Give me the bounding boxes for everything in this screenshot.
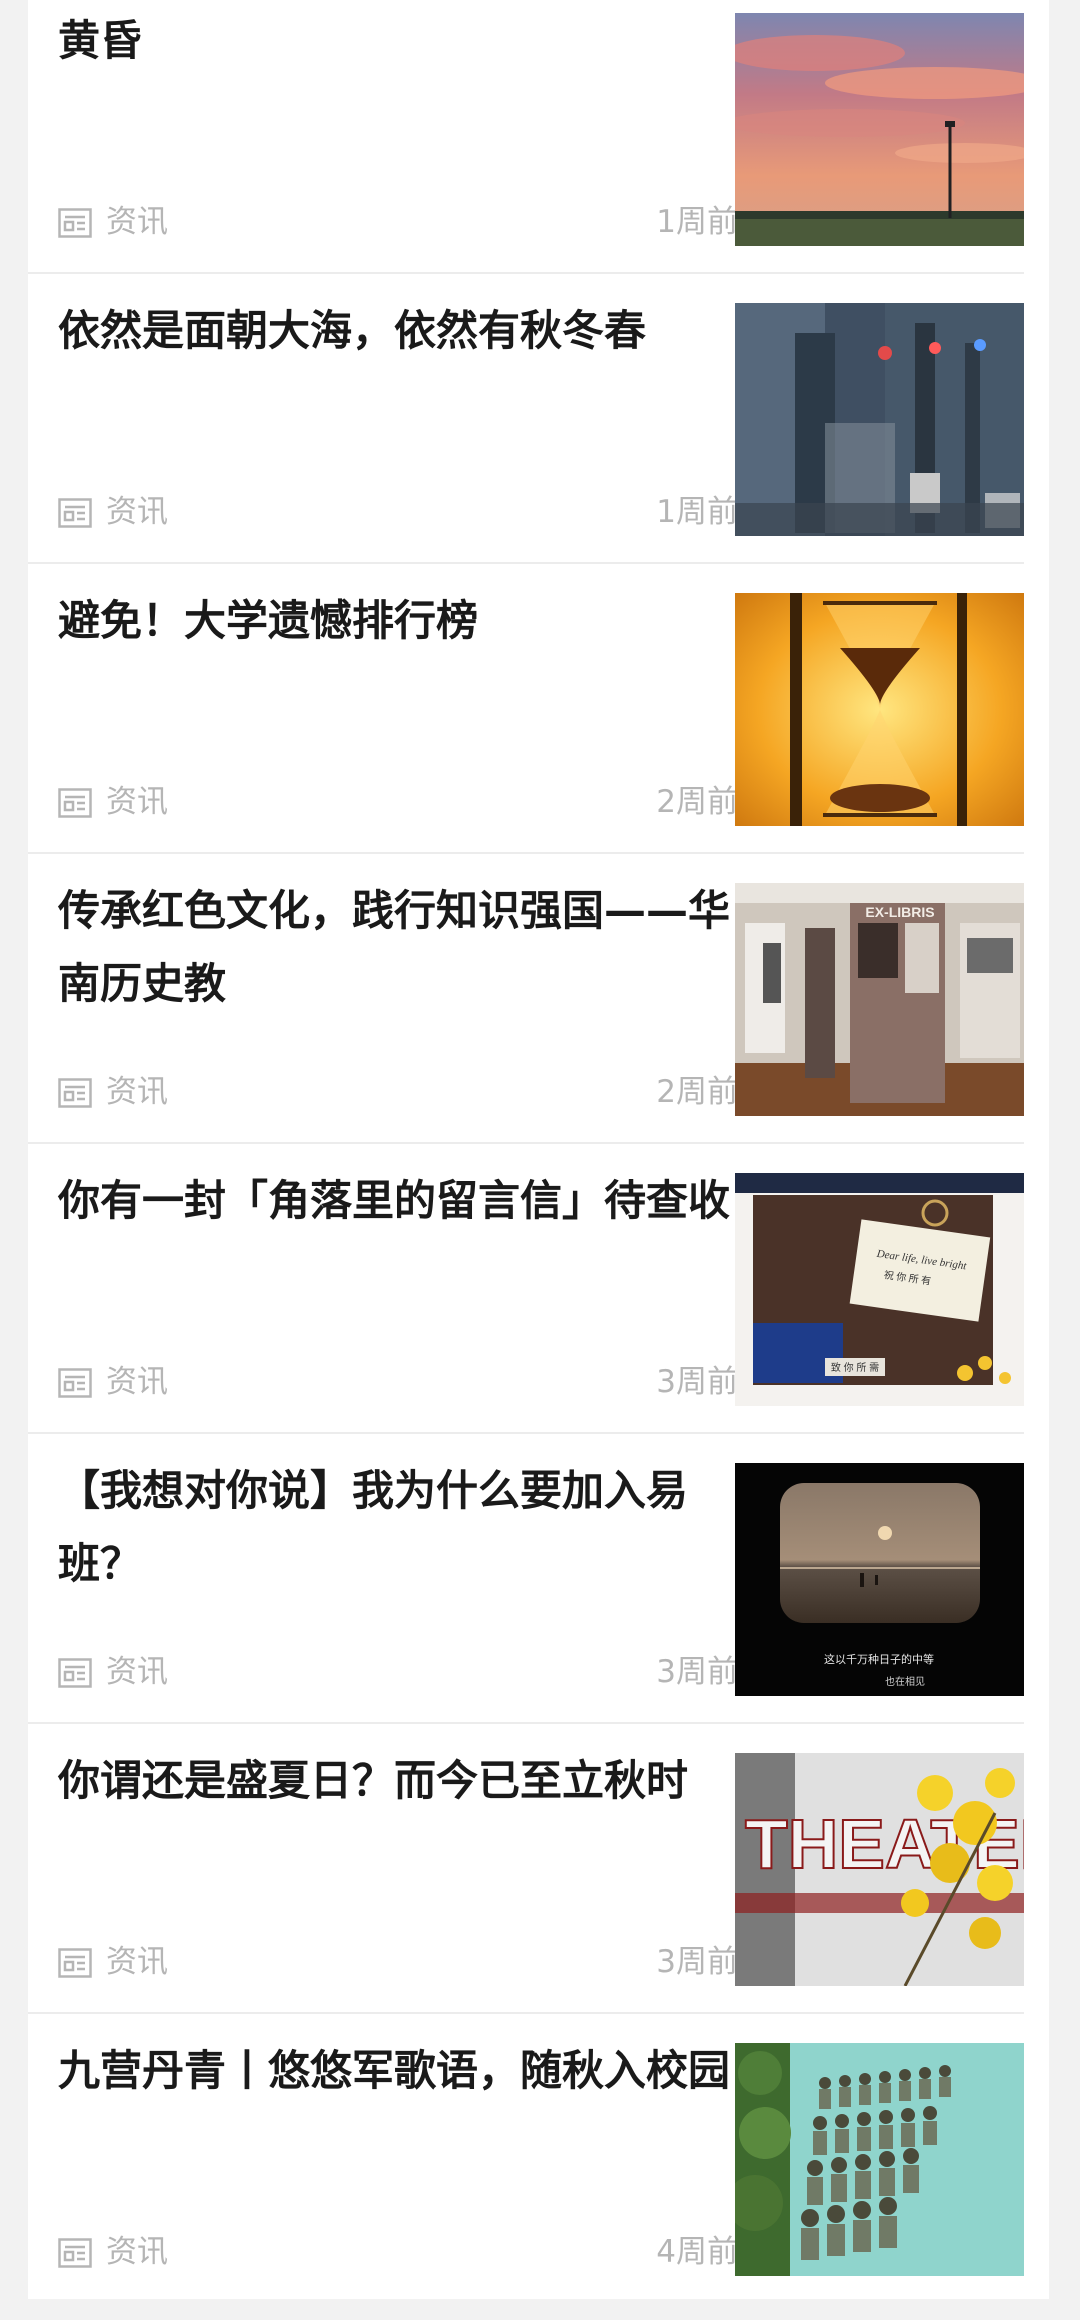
news-meta: 资讯 1周前 [58,490,738,534]
news-icon [58,1368,92,1398]
news-thumbnail[interactable] [735,2043,1024,2276]
news-icon [58,1948,92,1978]
news-item[interactable]: 传承红色文化，践行知识强国——华南历史教 资讯 2周前 EX-LIBRIS [28,870,1024,1160]
divider [28,1142,1024,1144]
news-meta: 资讯 3周前 [58,1360,738,1404]
news-thumbnail[interactable] [735,13,1024,246]
divider [28,272,1024,274]
news-category: 资讯 [106,1364,168,1400]
news-time: 2周前 [656,784,738,820]
news-item[interactable]: 依然是面朝大海，依然有秋冬春 资讯 1周前 [28,290,1024,580]
news-item[interactable]: 你有一封「角落里的留言信」待查收 资讯 3周前 Dear life, live … [28,1160,1024,1450]
sunset-tower-image [735,13,1024,246]
news-time: 4周前 [656,2234,738,2270]
news-meta: 资讯 3周前 [58,1650,738,1694]
news-meta: 资讯 4周前 [58,2230,738,2274]
letter-card-image: Dear life, live bright 祝 你 所 有 致 你 所 需 [735,1173,1024,1406]
news-title[interactable]: 你谓还是盛夏日？而今已至立秋时 [58,1744,738,1817]
news-meta: 资讯 3周前 [58,1940,738,1984]
divider [28,852,1024,854]
news-time: 1周前 [656,204,738,240]
divider [28,562,1024,564]
news-icon [58,788,92,818]
news-thumbnail[interactable] [735,303,1024,536]
sea-caption-1: 这以千万种日子的中等 [824,1652,934,1666]
news-title[interactable]: 传承红色文化，践行知识强国——华南历史教 [58,874,738,1020]
news-title[interactable]: 依然是面朝大海，依然有秋冬春 [58,294,738,367]
news-item[interactable]: 九营丹青丨悠悠军歌语，随秋入校园 资讯 4周前 [28,2030,1024,2320]
news-category: 资讯 [106,1944,168,1980]
news-thumbnail[interactable]: EX-LIBRIS [735,883,1024,1116]
news-category: 资讯 [106,1654,168,1690]
divider [28,2012,1024,2014]
news-icon [58,1658,92,1688]
theater-flowers-image: THEATER [735,1753,1024,1986]
news-category: 资讯 [106,1074,168,1110]
news-thumbnail[interactable]: 这以千万种日子的中等 也在相见 [735,1463,1024,1696]
news-item[interactable]: 黄昏 资讯 1周前 [28,0,1024,290]
news-time: 3周前 [656,1654,738,1690]
news-item[interactable]: 避免！大学遗憾排行榜 资讯 2周前 [28,580,1024,870]
news-category: 资讯 [106,204,168,240]
ex-libris-text: EX-LIBRIS [865,904,934,920]
news-thumbnail[interactable] [735,593,1024,826]
news-title[interactable]: 你有一封「角落里的留言信」待查收 [58,1164,738,1237]
news-category: 资讯 [106,494,168,530]
news-icon [58,1078,92,1108]
hourglass-image [735,593,1024,826]
sea-caption-2: 也在相见 [885,1675,925,1688]
marching-soldiers-image [735,2043,1024,2276]
sea-window-image: 这以千万种日子的中等 也在相见 [735,1463,1024,1696]
news-thumbnail[interactable]: Dear life, live bright 祝 你 所 有 致 你 所 需 [735,1173,1024,1406]
divider [28,1432,1024,1434]
letter-tag: 致 你 所 需 [831,1361,879,1374]
news-time: 3周前 [656,1364,738,1400]
news-icon [58,498,92,528]
news-title[interactable]: 【我想对你说】我为什么要加入易班？ [58,1454,738,1600]
news-category: 资讯 [106,784,168,820]
news-time: 1周前 [656,494,738,530]
news-time: 2周前 [656,1074,738,1110]
exhibition-hall-image: EX-LIBRIS [735,883,1024,1116]
rainy-street-image [735,303,1024,536]
news-title[interactable]: 避免！大学遗憾排行榜 [58,584,738,657]
news-item[interactable]: 你谓还是盛夏日？而今已至立秋时 资讯 3周前 THEATER [28,1740,1024,2030]
divider [28,1722,1024,1724]
news-title[interactable]: 九营丹青丨悠悠军歌语，随秋入校园 [58,2034,738,2107]
news-meta: 资讯 2周前 [58,1070,738,1114]
news-item[interactable]: 【我想对你说】我为什么要加入易班？ 资讯 3周前 这以千万种日子的中等 也在相见 [28,1450,1024,1740]
news-meta: 资讯 2周前 [58,780,738,824]
news-category: 资讯 [106,2234,168,2270]
news-time: 3周前 [656,1944,738,1980]
news-thumbnail[interactable]: THEATER [735,1753,1024,1986]
news-icon [58,208,92,238]
news-title[interactable]: 黄昏 [58,4,738,77]
news-meta: 资讯 1周前 [58,200,738,244]
news-icon [58,2238,92,2268]
